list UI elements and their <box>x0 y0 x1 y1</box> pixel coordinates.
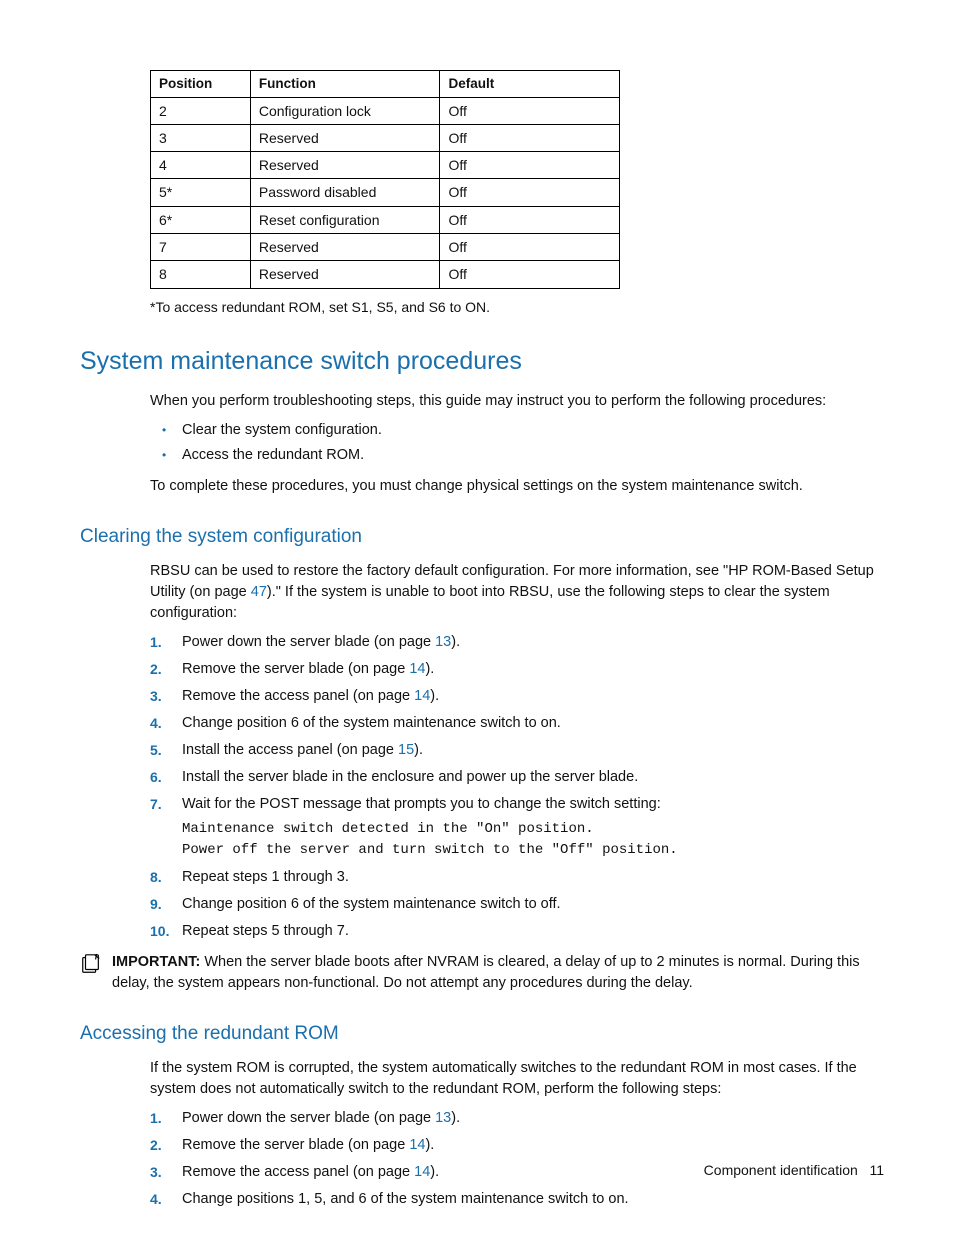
heading-clearing-config: Clearing the system configuration <box>80 523 889 551</box>
heading-redundant-rom: Accessing the redundant ROM <box>80 1020 889 1048</box>
table-cell: Off <box>440 206 620 233</box>
table-cell: 8 <box>151 261 251 288</box>
important-text: When the server blade boots after NVRAM … <box>112 954 860 991</box>
step-1: Power down the server blade (on page 13)… <box>150 632 889 653</box>
table-row: 4ReservedOff <box>151 152 620 179</box>
table-cell: Reserved <box>250 234 440 261</box>
table-cell: 2 <box>151 97 251 124</box>
table-cell: Password disabled <box>250 179 440 206</box>
rom-step-4: Change positions 1, 5, and 6 of the syst… <box>150 1189 889 1210</box>
s3-intro: If the system ROM is corrupted, the syst… <box>150 1058 889 1100</box>
table-cell: Off <box>440 234 620 261</box>
table-footnote: *To access redundant ROM, set S1, S5, an… <box>150 297 889 317</box>
step-3: Remove the access panel (on page 14). <box>150 686 889 707</box>
table-row: 5*Password disabledOff <box>151 179 620 206</box>
footer-section: Component identification <box>704 1162 858 1178</box>
th-function: Function <box>250 71 440 98</box>
bullet-redundant-rom: Access the redundant ROM. <box>150 445 889 466</box>
step-2: Remove the server blade (on page 14). <box>150 659 889 680</box>
important-icon <box>80 953 102 975</box>
step-7: Wait for the POST message that prompts y… <box>150 794 889 861</box>
table-cell: Reserved <box>250 152 440 179</box>
table-cell: 4 <box>151 152 251 179</box>
table-row: 7ReservedOff <box>151 234 620 261</box>
table-row: 6*Reset configurationOff <box>151 206 620 233</box>
link-page-47[interactable]: 47 <box>251 584 267 600</box>
table-cell: Off <box>440 179 620 206</box>
table-cell: Configuration lock <box>250 97 440 124</box>
page-footer: Component identification 11 <box>704 1160 884 1180</box>
table-cell: Reset configuration <box>250 206 440 233</box>
post-message: Maintenance switch detected in the "On" … <box>182 819 889 861</box>
switch-table: Position Function Default 2Configuration… <box>150 70 620 289</box>
s2-intro: RBSU can be used to restore the factory … <box>150 561 889 624</box>
table-cell: Reserved <box>250 124 440 151</box>
table-row: 2Configuration lockOff <box>151 97 620 124</box>
heading-sys-maint: System maintenance switch procedures <box>80 343 889 379</box>
bullet-clear-config: Clear the system configuration. <box>150 420 889 441</box>
table-row: 3ReservedOff <box>151 124 620 151</box>
th-position: Position <box>151 71 251 98</box>
step-4: Change position 6 of the system maintena… <box>150 713 889 734</box>
table-row: 8ReservedOff <box>151 261 620 288</box>
table-cell: Reserved <box>250 261 440 288</box>
table-cell: Off <box>440 97 620 124</box>
link-page-14b[interactable]: 14 <box>414 688 430 704</box>
s1-intro: When you perform troubleshooting steps, … <box>150 391 889 412</box>
link-page-13a[interactable]: 13 <box>435 634 451 650</box>
important-callout: IMPORTANT: When the server blade boots a… <box>80 952 889 994</box>
link-page-15[interactable]: 15 <box>398 742 414 758</box>
footer-page-number: 11 <box>869 1162 884 1178</box>
link-page-14c[interactable]: 14 <box>409 1137 425 1153</box>
step-10: Repeat steps 5 through 7. <box>150 921 889 942</box>
table-cell: Off <box>440 152 620 179</box>
rom-step-1: Power down the server blade (on page 13)… <box>150 1108 889 1129</box>
step-5: Install the access panel (on page 15). <box>150 740 889 761</box>
step-9: Change position 6 of the system maintena… <box>150 894 889 915</box>
important-label: IMPORTANT: <box>112 954 200 970</box>
table-cell: 5* <box>151 179 251 206</box>
link-page-14a[interactable]: 14 <box>409 661 425 677</box>
link-page-14d[interactable]: 14 <box>414 1164 430 1180</box>
table-cell: 6* <box>151 206 251 233</box>
table-cell: 7 <box>151 234 251 261</box>
s1-outro: To complete these procedures, you must c… <box>150 476 889 497</box>
step-8: Repeat steps 1 through 3. <box>150 867 889 888</box>
table-cell: 3 <box>151 124 251 151</box>
rom-step-2: Remove the server blade (on page 14). <box>150 1135 889 1156</box>
step-6: Install the server blade in the enclosur… <box>150 767 889 788</box>
th-default: Default <box>440 71 620 98</box>
table-cell: Off <box>440 261 620 288</box>
link-page-13b[interactable]: 13 <box>435 1110 451 1126</box>
table-cell: Off <box>440 124 620 151</box>
